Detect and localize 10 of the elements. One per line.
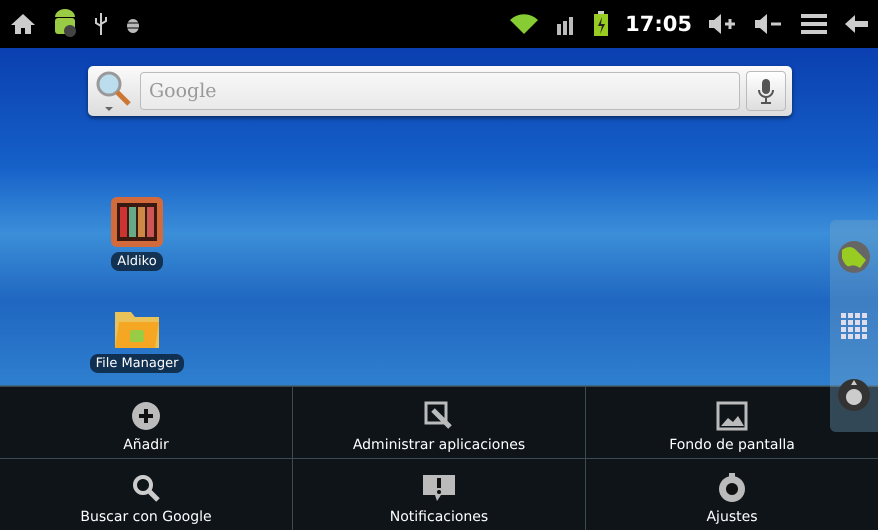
app-label: Aldiko	[111, 252, 163, 271]
search-field[interactable]: Google	[140, 72, 740, 110]
menu-item[interactable]: Buscar con Google	[0, 459, 292, 530]
menu-item[interactable]: Añadir	[0, 387, 292, 458]
clock: 17:05	[625, 12, 692, 36]
menu-item[interactable]: Administrar aplicaciones	[293, 387, 585, 458]
menu-item[interactable]: Fondo de pantalla	[586, 387, 878, 458]
menu-item[interactable]: Ajustes	[586, 459, 878, 530]
menu-item[interactable]: Notificaciones	[293, 459, 585, 530]
app-label: File Manager	[90, 354, 184, 373]
